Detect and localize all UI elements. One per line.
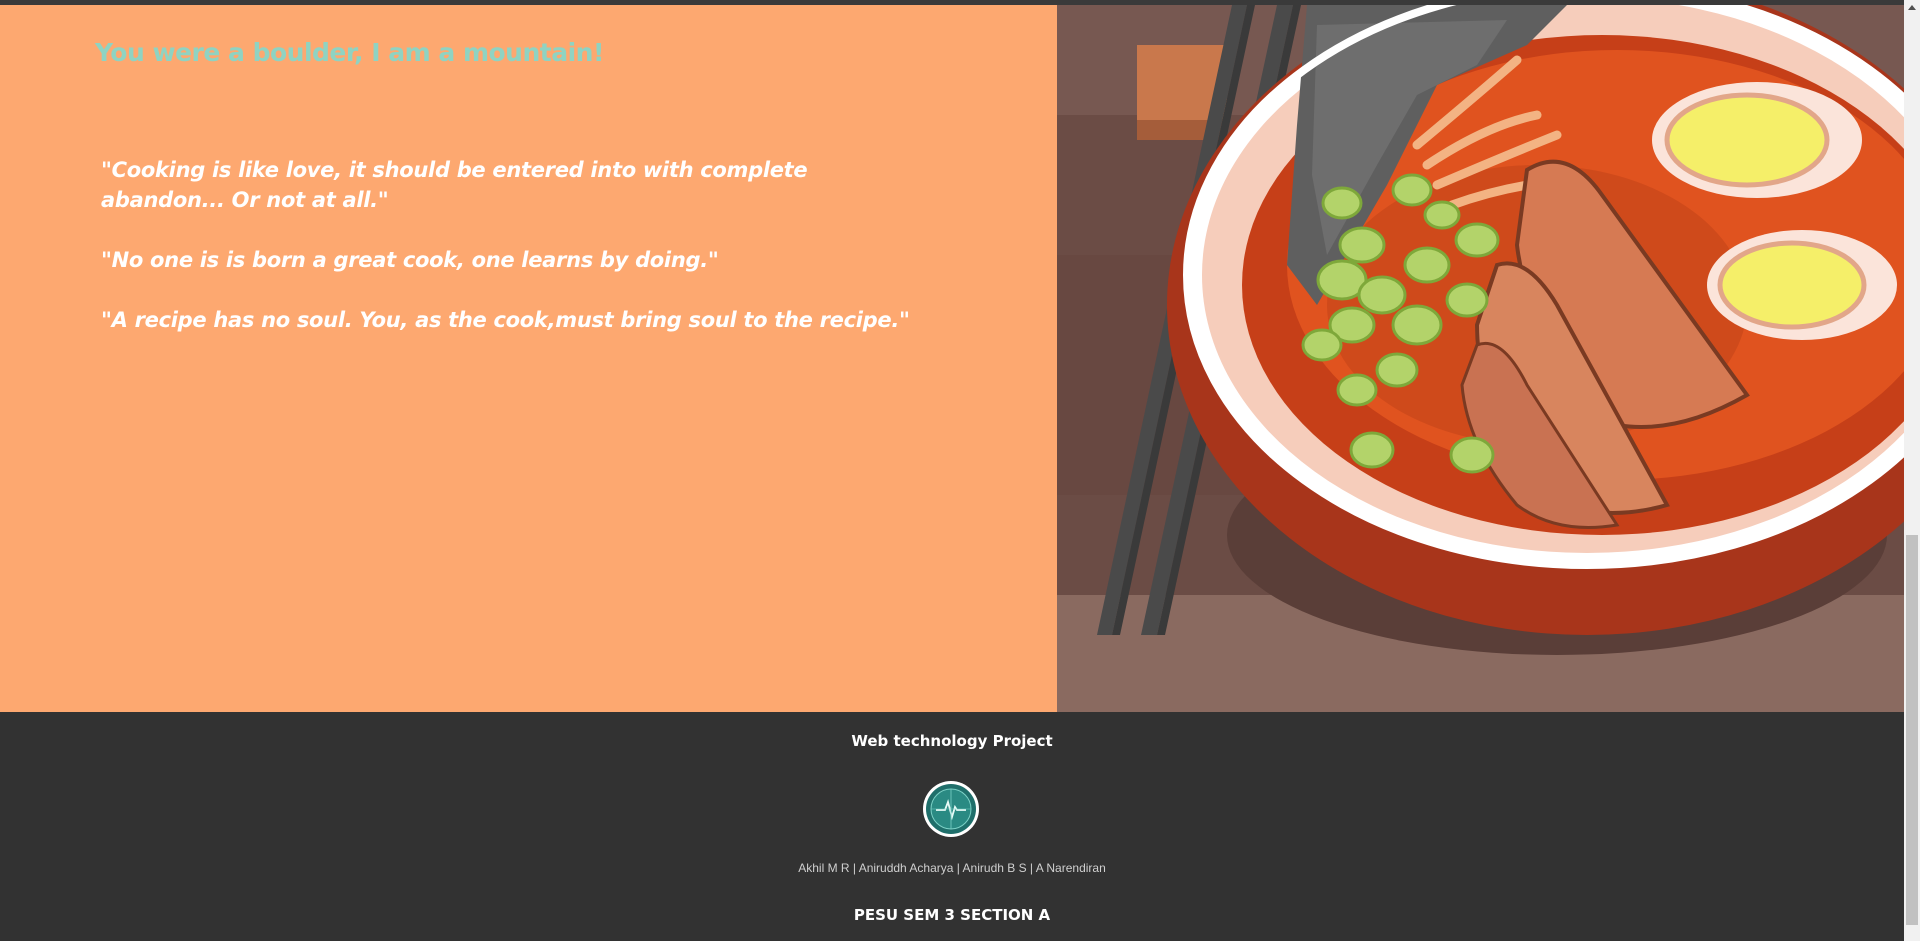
scrollbar-thumb[interactable]: [1906, 535, 1918, 925]
page: You were a boulder, I am a mountain! "Co…: [0, 5, 1904, 941]
quote-item: "No one is is born a great cook, one lea…: [101, 248, 719, 272]
footer-title: Web technology Project: [851, 732, 1053, 750]
heartbeat-globe-icon[interactable]: [922, 780, 980, 838]
ramen-bowl-illustration: [1057, 5, 1904, 712]
footer-authors: Akhil M R | Aniruddh Acharya | Anirudh B…: [798, 861, 1106, 875]
vertical-scrollbar[interactable]: [1904, 0, 1920, 941]
quote-panel: You were a boulder, I am a mountain! "Co…: [0, 5, 1057, 712]
hero-section: You were a boulder, I am a mountain! "Co…: [0, 5, 1904, 712]
quote-item: "Cooking is like love, it should be ente…: [101, 158, 808, 212]
footer-section-label: PESU SEM 3 SECTION A: [853, 906, 1051, 924]
headline: You were a boulder, I am a mountain!: [95, 38, 604, 67]
scroll-up-arrow-icon[interactable]: [1908, 5, 1916, 10]
footer: Web technology Project Akhil M R | Aniru…: [0, 712, 1904, 941]
quote-list: "Cooking is like love, it should be ente…: [101, 155, 1001, 365]
quote-item: "A recipe has no soul. You, as the cook,…: [101, 308, 910, 332]
